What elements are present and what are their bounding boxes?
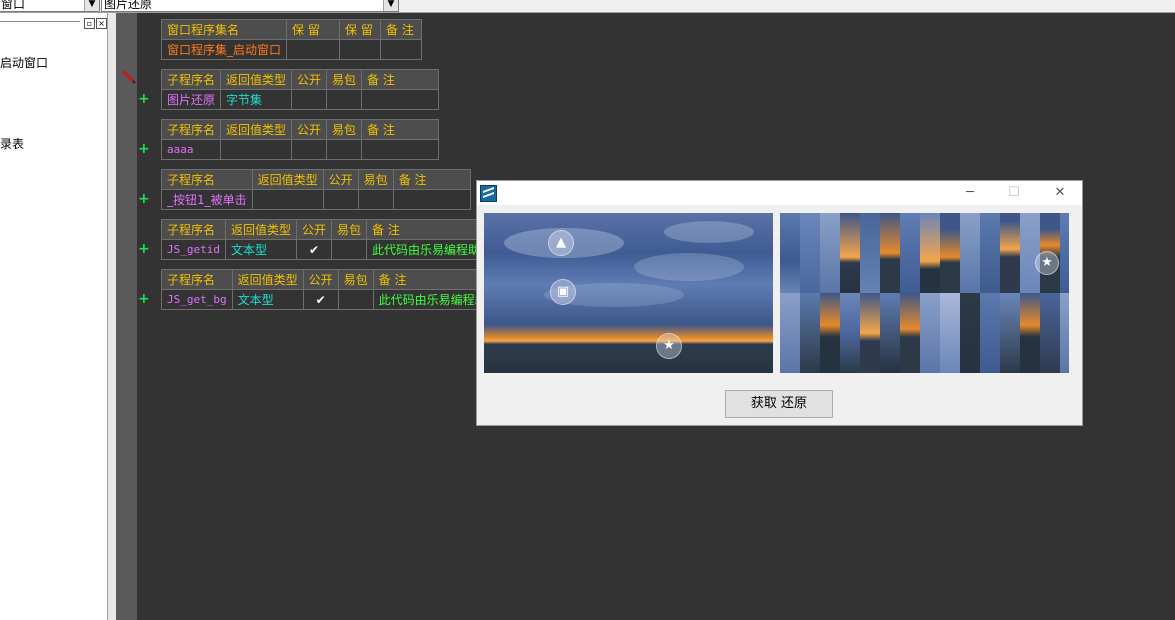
table-header: 子程序名 <box>160 69 222 90</box>
panel-header: ▫ × <box>0 15 107 29</box>
close-icon[interactable]: × <box>96 18 107 29</box>
remark-cell[interactable] <box>361 89 440 110</box>
table-cell[interactable] <box>339 39 382 60</box>
table-header: 子程序名 <box>161 219 226 240</box>
window-titlebar[interactable]: ─ ☐ ✕ <box>477 181 1082 205</box>
return-type[interactable]: 字节集 <box>220 89 293 110</box>
table-header: 公开 <box>291 119 328 140</box>
table-header: 易包 <box>326 69 363 90</box>
table-header: 公开 <box>295 219 333 240</box>
sub-table-js-get-bg: 子程序名 返回值类型 公开 易包 备 注 JS_get_bg 文本型 ✔ 此代码… <box>161 269 495 310</box>
table-header: 公开 <box>322 169 359 190</box>
table-header: 返回值类型 <box>251 169 324 190</box>
package-cell[interactable] <box>331 239 368 260</box>
package-cell[interactable] <box>326 89 363 110</box>
expand-icon[interactable]: + <box>138 192 150 206</box>
table-header: 保 留 <box>339 19 382 40</box>
panel-scrollbar[interactable] <box>108 13 116 620</box>
restore-icon[interactable]: ▫ <box>84 18 95 29</box>
expand-icon[interactable]: + <box>138 292 150 306</box>
expand-icon[interactable]: + <box>138 142 150 156</box>
chevron-down-icon[interactable]: ▼ <box>383 0 398 11</box>
panel-divider <box>0 21 80 22</box>
minimize-icon[interactable]: ─ <box>947 181 993 205</box>
check-icon[interactable]: ✔ <box>295 239 333 260</box>
triangle-icon: ▲ <box>548 230 574 256</box>
table-header: 易包 <box>331 219 368 240</box>
table-header: 公开 <box>291 69 328 90</box>
sub-name[interactable]: 图片还原 <box>160 89 222 110</box>
return-type[interactable] <box>220 139 293 160</box>
expand-icon[interactable]: + <box>138 242 150 256</box>
table-header: 子程序名 <box>161 269 233 290</box>
image-restore-window: ─ ☐ ✕ ▲ ▣ ★ ★ 获取 还原 <box>476 180 1083 426</box>
sub-name[interactable]: _按钮1_被单击 <box>161 189 253 210</box>
app-icon <box>480 185 497 202</box>
sub-table-button-click: 子程序名 返回值类型 公开 易包 备 注 _按钮1_被单击 <box>161 169 471 210</box>
chevron-down-icon[interactable]: ▼ <box>84 0 99 11</box>
remark-cell[interactable]: 此代码由乐易编程助 <box>366 239 489 260</box>
table-header: 返回值类型 <box>220 119 293 140</box>
maximize-icon[interactable]: ☐ <box>991 181 1037 205</box>
scrambled-image: ★ <box>780 213 1069 373</box>
return-type[interactable]: 文本型 <box>224 239 298 260</box>
table-header: 公开 <box>302 269 339 290</box>
public-cell[interactable] <box>291 89 328 110</box>
star-icon: ★ <box>656 333 682 359</box>
table-cell[interactable] <box>286 39 341 60</box>
table-header: 返回值类型 <box>220 69 293 90</box>
remark-cell[interactable] <box>392 189 471 210</box>
tree-item-table[interactable]: 录表 <box>0 135 24 152</box>
remark-cell[interactable] <box>361 139 440 160</box>
public-cell[interactable] <box>322 189 359 210</box>
star-icon: ★ <box>1035 251 1059 275</box>
table-header: 备 注 <box>366 219 489 240</box>
table-header: 返回值类型 <box>231 269 304 290</box>
check-icon[interactable]: ✔ <box>302 289 339 310</box>
table-cell[interactable] <box>380 39 423 60</box>
table-header: 备 注 <box>392 169 471 190</box>
source-image: ▲ ▣ ★ <box>484 213 773 373</box>
package-cell[interactable] <box>337 289 374 310</box>
table-header: 易包 <box>326 119 363 140</box>
editor-gutter <box>116 13 137 620</box>
table-header: 备 注 <box>361 119 440 140</box>
left-panel: ▫ × 启动窗口 录表 <box>0 13 108 620</box>
object-combo[interactable]: 窗口 ▼ <box>0 0 100 12</box>
table-header: 易包 <box>337 269 374 290</box>
table-header: 窗口程序集名 <box>160 19 288 40</box>
sub-name[interactable]: aaaa <box>160 139 222 160</box>
sub-name[interactable]: JS_get_bg <box>161 289 233 310</box>
sub-table-js-getid: 子程序名 返回值类型 公开 易包 备 注 JS_getid 文本型 ✔ 此代码由… <box>161 219 489 260</box>
top-toolbar: 窗口 ▼ 图片还原 ▼ <box>0 0 1175 13</box>
package-cell[interactable] <box>357 189 394 210</box>
return-type[interactable] <box>251 189 324 210</box>
close-icon[interactable]: ✕ <box>1037 181 1083 205</box>
tree-item-startup-window[interactable]: 启动窗口 <box>0 54 49 71</box>
return-type[interactable]: 文本型 <box>231 289 304 310</box>
assembly-name[interactable]: 窗口程序集_启动窗口 <box>160 39 288 60</box>
assembly-table: 窗口程序集名 保 留 保 留 备 注 窗口程序集_启动窗口 <box>160 19 423 60</box>
table-header: 备 注 <box>380 19 423 40</box>
table-header: 备 注 <box>361 69 440 90</box>
table-header: 易包 <box>357 169 394 190</box>
sub-name[interactable]: JS_getid <box>161 239 226 260</box>
square-icon: ▣ <box>550 279 576 305</box>
package-cell[interactable] <box>326 139 363 160</box>
sub-table-restore: 子程序名 返回值类型 公开 易包 备 注 图片还原 字节集 <box>160 69 440 110</box>
sub-table-aaaa: 子程序名 返回值类型 公开 易包 备 注 aaaa <box>160 119 440 160</box>
expand-icon[interactable]: + <box>138 92 150 106</box>
table-header: 返回值类型 <box>224 219 298 240</box>
fetch-restore-button[interactable]: 获取 还原 <box>725 390 833 418</box>
table-header: 保 留 <box>286 19 341 40</box>
public-cell[interactable] <box>291 139 328 160</box>
table-header: 子程序名 <box>160 119 222 140</box>
pencil-icon <box>122 70 136 84</box>
method-combo[interactable]: 图片还原 ▼ <box>101 0 399 12</box>
table-header: 子程序名 <box>161 169 253 190</box>
